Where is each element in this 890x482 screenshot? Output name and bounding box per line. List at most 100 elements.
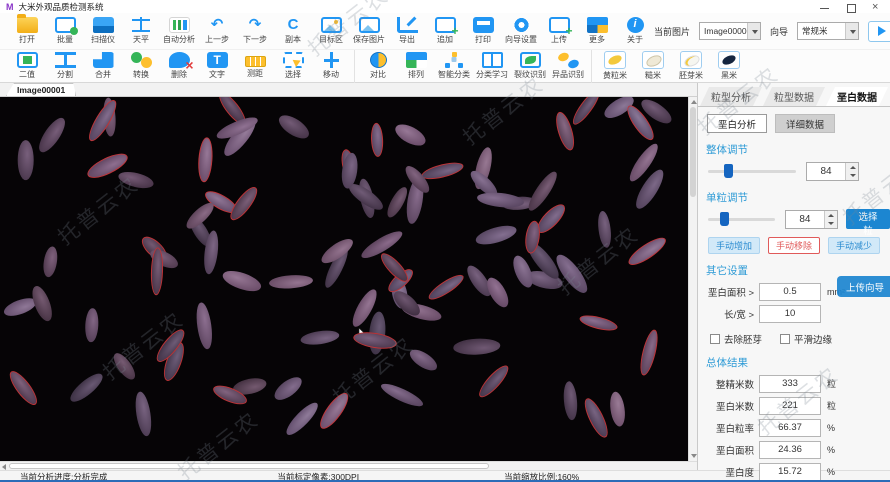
scanner-button[interactable]: 扫描仪 [84, 15, 122, 48]
toolbar-button-label: 扫描仪 [91, 34, 115, 45]
maximize-icon[interactable] [846, 3, 856, 12]
slider-thumb[interactable] [720, 212, 729, 226]
single-grain-adjust-title: 单粒调节 [706, 190, 890, 205]
result-row: 垩白度 15.72 % [698, 462, 890, 481]
target-area-button[interactable]: 目标区 [312, 15, 350, 48]
spin-up-icon[interactable] [846, 163, 858, 172]
append-button[interactable]: 追加 [426, 15, 464, 48]
toolbar-button-label: 向导设置 [505, 34, 537, 45]
contrast-button[interactable]: 对比 [359, 50, 397, 83]
horizontal-scroll-thumb[interactable] [9, 463, 489, 469]
select-icon [283, 52, 304, 68]
minimize-icon[interactable] [820, 3, 830, 12]
image-canvas[interactable] [0, 97, 688, 461]
select-button[interactable]: 选择 [274, 50, 312, 83]
contrast-icon [370, 52, 387, 68]
move-button[interactable]: 移动 [312, 50, 350, 83]
upload-button[interactable]: 上传 [540, 15, 578, 48]
germ-rice-icon [680, 51, 702, 69]
measure-button[interactable]: 测距 [236, 50, 274, 83]
select-grain-button[interactable]: 选择粒 [846, 209, 890, 229]
yellow-rice-button[interactable]: 黄粒米 [596, 50, 634, 83]
manual-add-button[interactable]: 手动增加 [708, 237, 760, 254]
result-field[interactable]: 66.37 [759, 419, 821, 437]
rice-grain [316, 389, 353, 432]
rice-grain [35, 114, 70, 156]
manual-remove-button[interactable]: 手动移除 [768, 237, 820, 254]
horizontal-scrollbar[interactable] [0, 461, 697, 470]
overall-adjust-value[interactable]: 84 [807, 163, 845, 180]
single-grain-slider[interactable] [708, 218, 775, 221]
chevron-down-icon[interactable] [747, 23, 760, 39]
upload-wizard-button[interactable]: 上传向导 [837, 276, 890, 297]
spin-down-icon[interactable] [825, 219, 837, 228]
image-tab[interactable]: Image00001 [6, 83, 76, 96]
overall-adjust-spinbox[interactable]: 84 [806, 162, 859, 181]
play-icon [878, 26, 886, 36]
tab-grain-analysis[interactable]: 粒型分析 [700, 87, 762, 106]
checkbox-icon[interactable] [710, 334, 720, 344]
classify-learn-button[interactable]: 分类学习 [473, 50, 511, 83]
toolbar-button-label: 分割 [57, 69, 73, 80]
wizard-select[interactable]: 常规米 [797, 22, 859, 40]
toolbar-button-label: 对比 [370, 69, 386, 80]
crack-detect-button[interactable]: 裂纹识别 [511, 50, 549, 83]
germ-rice-button[interactable]: 胚芽米 [672, 50, 710, 83]
wizard-settings-button[interactable]: 向导设置 [502, 15, 540, 48]
text-button[interactable]: 文字 [198, 50, 236, 83]
merge-button[interactable]: 合并 [84, 50, 122, 83]
result-field[interactable]: 221 [759, 397, 821, 415]
chalkiness-analysis-button[interactable]: 垩白分析 [707, 114, 767, 133]
single-grain-spinbox[interactable]: 84 [785, 210, 838, 229]
black-rice-button[interactable]: 黑米 [710, 50, 748, 83]
copy-button[interactable]: 副本 [274, 15, 312, 48]
overall-adjust-slider[interactable] [708, 170, 796, 173]
batch-button[interactable]: 批量 [46, 15, 84, 48]
tab-chalkiness-data[interactable]: 垩白数据 [826, 87, 888, 106]
checkbox-item[interactable]: 去除胚芽 [710, 332, 762, 346]
balance-button[interactable]: 天平 [122, 15, 160, 48]
setting-input[interactable]: 0.5 [759, 283, 821, 301]
close-icon[interactable]: × [872, 3, 882, 12]
detailed-data-button[interactable]: 详细数据 [775, 114, 835, 133]
delete-button[interactable]: 删除 [160, 50, 198, 83]
toolbar-button-label: 胚芽米 [679, 70, 703, 81]
result-field[interactable]: 24.36 [759, 441, 821, 459]
checkbox-item[interactable]: 平滑边缘 [780, 332, 832, 346]
open-button[interactable]: 打开 [8, 15, 46, 48]
scroll-left-icon[interactable] [2, 464, 6, 470]
convert-button[interactable]: 转换 [122, 50, 160, 83]
analysis-tools-group: 对比 排列 智能分类 分类学习 [354, 50, 587, 83]
chevron-down-icon[interactable] [845, 23, 858, 39]
split-button[interactable]: 分割 [46, 50, 84, 83]
print-button[interactable]: 打印 [464, 15, 502, 48]
binary-button[interactable]: 二值 [8, 50, 46, 83]
more-button[interactable]: 更多 [578, 15, 616, 48]
spin-down-icon[interactable] [846, 171, 858, 180]
export-button[interactable]: 导出 [388, 15, 426, 48]
checkbox-icon[interactable] [780, 334, 790, 344]
auto-analyze-button[interactable]: 自动分析 [160, 15, 198, 48]
manual-decrease-button[interactable]: 手动减少 [828, 237, 880, 254]
brown-rice-button[interactable]: 糙米 [634, 50, 672, 83]
foreign-detect-button[interactable]: 异品识别 [549, 50, 587, 83]
smart-classify-button[interactable]: 智能分类 [435, 50, 473, 83]
save-image-button[interactable]: 保存图片 [350, 15, 388, 48]
main-toolbar-buttons: 打开 批量 扫描仪 天平 自动分 [8, 15, 654, 48]
tab-grain-data[interactable]: 粒型数据 [763, 87, 825, 106]
vertical-scrollbar[interactable] [688, 97, 697, 461]
vertical-scroll-thumb[interactable] [690, 107, 696, 197]
prev-step-button[interactable]: 上一步 [198, 15, 236, 48]
start-detection-button[interactable]: 开始检测 [868, 21, 890, 42]
single-grain-value[interactable]: 84 [786, 211, 824, 228]
result-field[interactable]: 333 [759, 375, 821, 393]
about-button[interactable]: 关于 [616, 15, 654, 48]
arrange-button[interactable]: 排列 [397, 50, 435, 83]
next-step-button[interactable]: 下一步 [236, 15, 274, 48]
current-image-select[interactable]: Image00001 [699, 22, 761, 40]
smart-classify-icon [444, 52, 465, 68]
spin-up-icon[interactable] [825, 211, 837, 220]
slider-thumb[interactable] [724, 164, 733, 178]
result-field[interactable]: 15.72 [759, 463, 821, 481]
setting-input[interactable]: 10 [759, 305, 821, 323]
